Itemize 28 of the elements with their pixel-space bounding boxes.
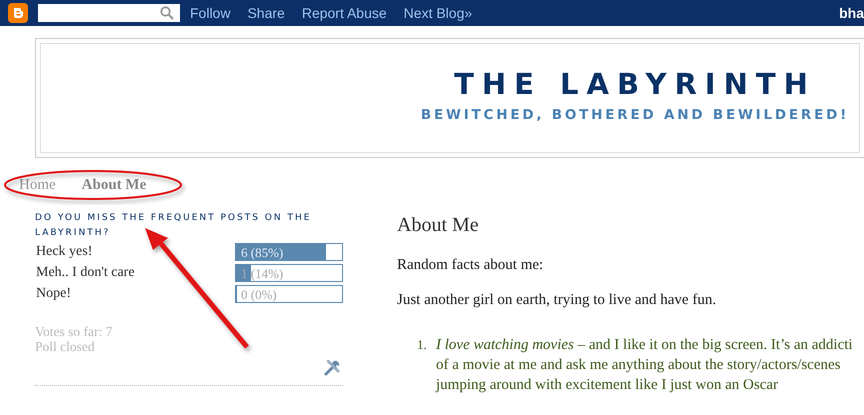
tab[interactable]: About Me xyxy=(82,177,146,197)
list-item-text: jumping around with excitement like I just won an Oscar xyxy=(436,376,780,395)
poll-result: 0 (0%) xyxy=(241,286,277,302)
blogger-logo-icon[interactable] xyxy=(8,3,28,23)
poll-result: 1 (14%) xyxy=(241,266,284,280)
blog-subtitle: BEWITCHED, BOTHERED AND BEWILDERED! xyxy=(420,107,850,123)
user-name[interactable]: bha xyxy=(839,5,864,21)
list-number: 1. xyxy=(417,336,428,354)
navbar-link[interactable]: Share xyxy=(247,5,285,21)
tools-icon[interactable] xyxy=(323,357,343,377)
poll-result: 6 (85%) xyxy=(241,244,284,260)
navbar-link[interactable]: Next Blog» xyxy=(404,5,472,21)
poll-status: Poll closed xyxy=(35,339,96,354)
navbar-link[interactable]: Report Abuse xyxy=(302,5,387,21)
search-field[interactable] xyxy=(38,4,180,22)
list-item-text: I love watching movies – and I like it on the big screen. It’s an addicti xyxy=(436,336,853,355)
paragraph: Just another girl on earth, trying to live and have fun. xyxy=(397,292,718,309)
navbar-link[interactable]: Follow xyxy=(190,5,230,21)
poll-option: Meh.. I don't care xyxy=(36,264,135,280)
search-icon xyxy=(160,6,174,20)
list-item-text: of a movie at me and ask me anything about the story/actors/scenes xyxy=(436,356,842,375)
paragraph: Random facts about me: xyxy=(397,257,544,274)
vote-count: Votes so far: 7 xyxy=(35,324,114,339)
post-title: About Me xyxy=(397,214,480,237)
poll-option: Heck yes! xyxy=(36,244,92,260)
poll-option: Nope! xyxy=(36,286,71,302)
blog-title[interactable]: THE LABYRINTH xyxy=(454,67,816,101)
poll-question: DO YOU MISS THE FREQUENT POSTS ON THE LABYRINTH? xyxy=(35,212,312,240)
